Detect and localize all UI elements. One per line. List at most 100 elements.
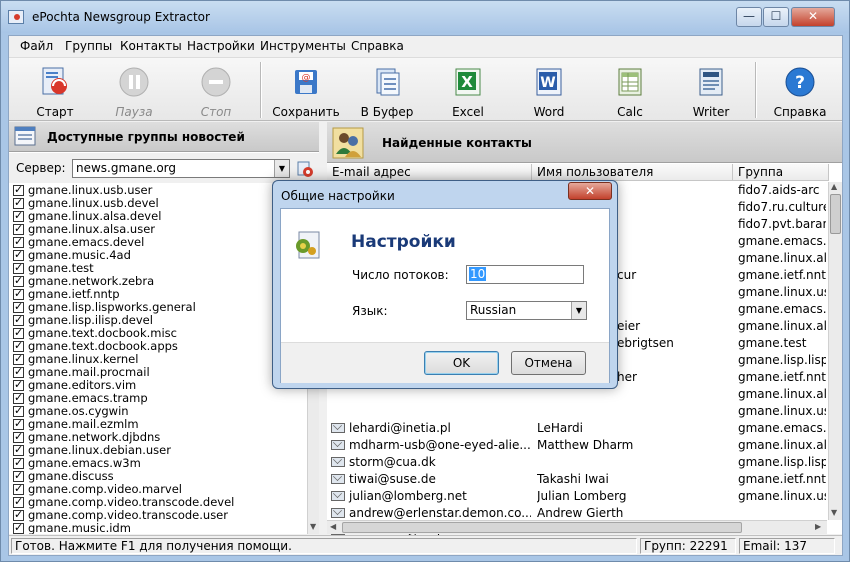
group-checkbox[interactable] bbox=[13, 313, 24, 326]
scroll-left-icon[interactable]: ◀ bbox=[330, 522, 336, 531]
menu-tools[interactable]: Инструменты bbox=[260, 39, 346, 53]
excel-button[interactable]: X Excel bbox=[429, 58, 507, 121]
table-row[interactable]: tiwai@suse.de Takashi Iwai bbox=[327, 471, 827, 488]
minimize-button[interactable]: — bbox=[736, 7, 762, 27]
email-text: mdharm-usb@one-eyed-alie... bbox=[349, 438, 531, 452]
menu-file[interactable]: Файл bbox=[20, 39, 53, 53]
group-list[interactable]: gmane.linux.usb.usergmane.linux.usb.deve… bbox=[9, 184, 309, 534]
group-name: gmane.emacs.w3m bbox=[28, 456, 141, 470]
dialog-title: Общие настройки bbox=[281, 189, 395, 203]
hscrollbar-thumb[interactable] bbox=[342, 522, 742, 533]
table-cell-group: gmane.linux.als bbox=[738, 387, 826, 401]
menu-groups[interactable]: Группы bbox=[65, 39, 112, 53]
menu-settings[interactable]: Настройки bbox=[187, 39, 255, 53]
group-checkbox[interactable] bbox=[13, 339, 24, 352]
group-list-item[interactable]: gmane.music.idm bbox=[9, 521, 309, 534]
group-name: gmane.linux.debian.user bbox=[28, 443, 171, 457]
group-checkbox[interactable] bbox=[13, 508, 24, 521]
group-checkbox[interactable] bbox=[13, 209, 24, 222]
mail-icon bbox=[331, 440, 345, 450]
scrollbar-thumb[interactable] bbox=[830, 194, 841, 234]
ok-button[interactable]: OK bbox=[424, 351, 499, 375]
pause-button[interactable]: Пауза bbox=[95, 58, 173, 121]
cancel-button[interactable]: Отмена bbox=[511, 351, 586, 375]
language-select[interactable]: Russian ▼ bbox=[466, 301, 587, 320]
table-row[interactable]: julian@lomberg.net Julian Lomberg bbox=[327, 488, 827, 505]
dialog-close-button[interactable]: ✕ bbox=[568, 182, 612, 200]
server-select[interactable]: news.gmane.org ▼ bbox=[72, 159, 290, 178]
group-checkbox[interactable] bbox=[13, 352, 24, 365]
threads-label: Число потоков: bbox=[352, 268, 449, 282]
group-name: gmane.network.djbdns bbox=[28, 430, 161, 444]
group-name: gmane.mail.ezmlm bbox=[28, 417, 139, 431]
word-button[interactable]: W Word bbox=[510, 58, 588, 121]
group-checkbox[interactable] bbox=[13, 495, 24, 508]
column-group[interactable]: Группа bbox=[733, 164, 829, 181]
table-row[interactable]: lehardi@inetia.pl LeHardi bbox=[327, 420, 827, 437]
column-email[interactable]: E-mail адрес bbox=[327, 164, 532, 181]
clipboard-icon bbox=[376, 68, 400, 96]
group-checkbox[interactable] bbox=[13, 469, 24, 482]
table-cell-group-row[interactable]: gmane.linux.usl bbox=[327, 403, 827, 420]
scroll-down-icon[interactable]: ▼ bbox=[310, 522, 316, 531]
title-bar[interactable]: ePochta Newsgroup Extractor — ☐ ✕ bbox=[1, 1, 849, 33]
group-checkbox[interactable] bbox=[13, 456, 24, 469]
table-cell-name: Takashi Iwai bbox=[537, 472, 609, 486]
group-checkbox[interactable] bbox=[13, 222, 24, 235]
threads-input[interactable]: 10 bbox=[466, 265, 584, 284]
group-checkbox[interactable] bbox=[13, 274, 24, 287]
group-checkbox[interactable] bbox=[13, 300, 24, 313]
chevron-down-icon[interactable]: ▼ bbox=[274, 160, 289, 177]
group-checkbox[interactable] bbox=[13, 365, 24, 378]
group-checkbox[interactable] bbox=[13, 521, 24, 534]
table-cell-name: ebrigtsen bbox=[617, 336, 674, 350]
group-checkbox[interactable] bbox=[13, 443, 24, 456]
group-checkbox[interactable] bbox=[13, 404, 24, 417]
group-checkbox[interactable] bbox=[13, 287, 24, 300]
group-checkbox[interactable] bbox=[13, 391, 24, 404]
server-settings-icon[interactable] bbox=[296, 160, 314, 178]
group-checkbox[interactable] bbox=[13, 261, 24, 274]
start-button[interactable]: Старт bbox=[16, 58, 94, 121]
group-checkbox[interactable] bbox=[13, 248, 24, 261]
table-cell-email: tiwai@suse.de bbox=[331, 471, 531, 488]
calc-button[interactable]: Calc bbox=[591, 58, 669, 121]
group-name: gmane.ietf.nntp bbox=[28, 287, 120, 301]
chevron-down-icon[interactable]: ▼ bbox=[571, 302, 586, 319]
table-row[interactable]: mdharm-usb@one-eyed-alie... Matthew Dharm bbox=[327, 437, 827, 454]
group-name: gmane.linux.usb.devel bbox=[28, 196, 159, 210]
menu-help[interactable]: Справка bbox=[351, 39, 404, 53]
group-name: gmane.text.docbook.apps bbox=[28, 339, 178, 353]
group-checkbox[interactable] bbox=[13, 482, 24, 495]
group-name: gmane.discuss bbox=[28, 469, 114, 483]
contacts-pane-header: Найденные контакты bbox=[327, 122, 842, 163]
menu-contacts[interactable]: Контакты bbox=[120, 39, 182, 53]
language-value: Russian bbox=[470, 303, 517, 317]
help-button[interactable]: ? Справка bbox=[761, 58, 839, 121]
save-button[interactable]: @ Сохранить bbox=[267, 58, 345, 121]
scroll-up-icon[interactable]: ▲ bbox=[831, 182, 837, 191]
contacts-hscrollbar[interactable]: ◀ ▶ bbox=[327, 520, 827, 534]
contacts-vscrollbar[interactable]: ▲ ▼ bbox=[828, 182, 842, 520]
stop-button[interactable]: Стоп bbox=[177, 58, 255, 121]
writer-button[interactable]: Writer bbox=[672, 58, 750, 121]
group-checkbox[interactable] bbox=[13, 184, 24, 196]
group-checkbox[interactable] bbox=[13, 378, 24, 391]
maximize-button[interactable]: ☐ bbox=[763, 7, 789, 27]
group-checkbox[interactable] bbox=[13, 326, 24, 339]
group-name: gmane.text.docbook.misc bbox=[28, 326, 177, 340]
group-checkbox[interactable] bbox=[13, 196, 24, 209]
excel-label: Excel bbox=[452, 105, 484, 119]
stop-icon bbox=[201, 67, 231, 97]
dialog-heading: Настройки bbox=[351, 232, 456, 252]
table-row[interactable]: storm@cua.dk bbox=[327, 454, 827, 471]
clipboard-button[interactable]: В Буфер bbox=[348, 58, 426, 121]
group-checkbox[interactable] bbox=[13, 417, 24, 430]
column-username[interactable]: Имя пользователя bbox=[532, 164, 733, 181]
group-checkbox[interactable] bbox=[13, 235, 24, 248]
scroll-down-icon[interactable]: ▼ bbox=[831, 508, 837, 517]
close-button[interactable]: ✕ bbox=[791, 7, 835, 27]
group-checkbox[interactable] bbox=[13, 430, 24, 443]
settings-icon bbox=[296, 231, 320, 259]
scroll-right-icon[interactable]: ▶ bbox=[815, 522, 821, 531]
